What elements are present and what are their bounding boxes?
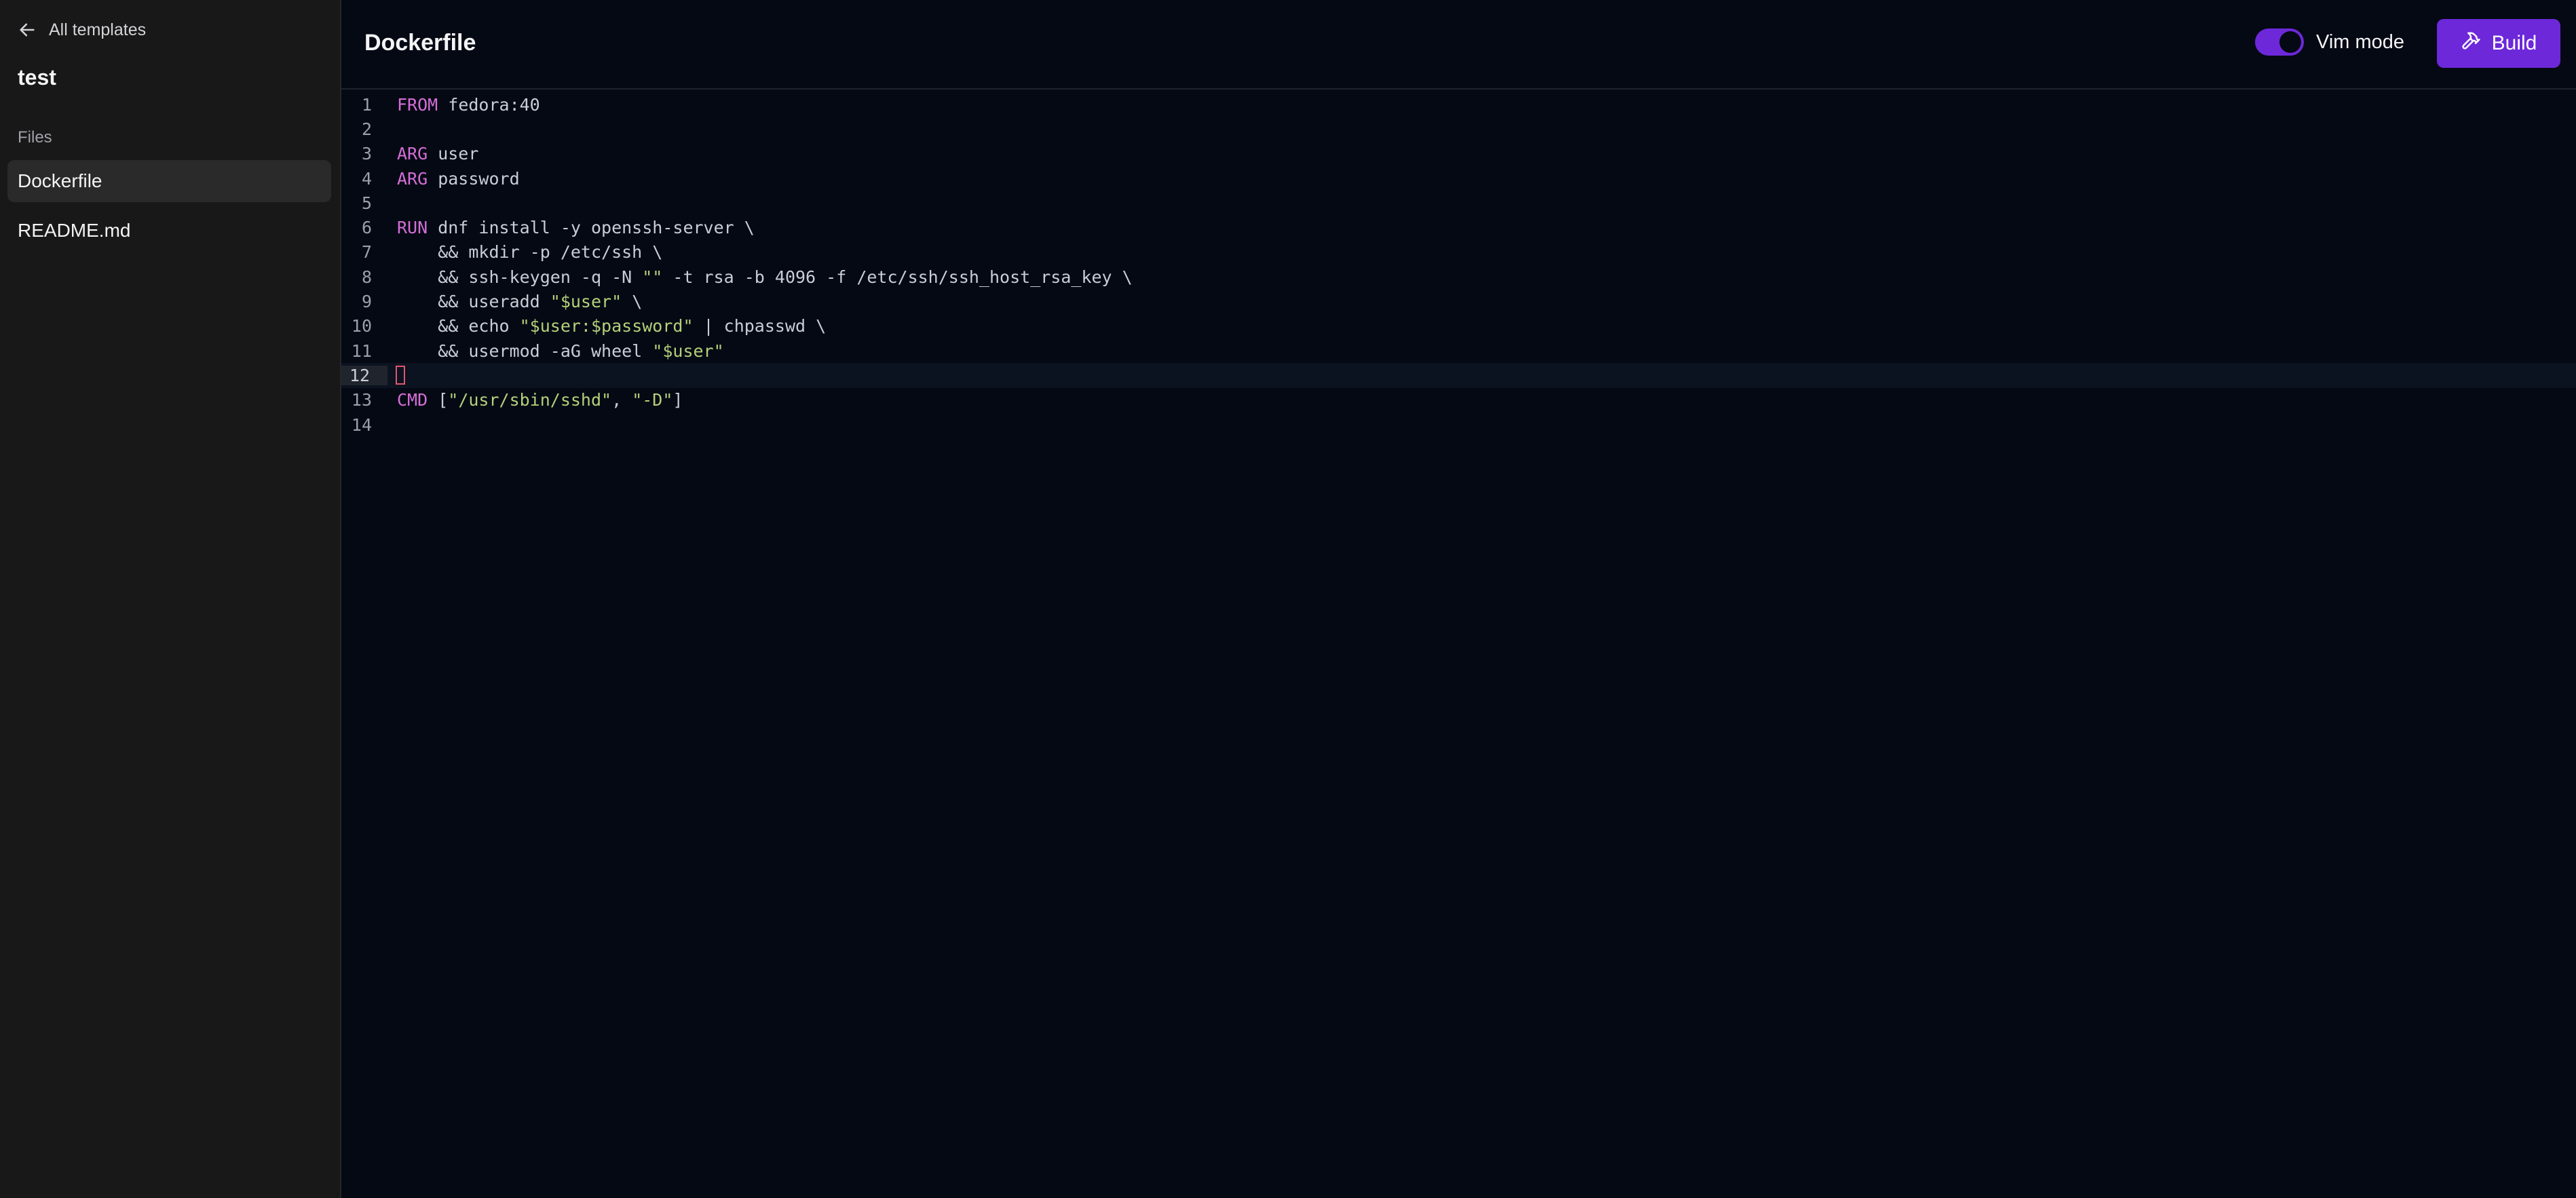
- vim-mode-toggle[interactable]: Vim mode: [2255, 28, 2404, 56]
- code-token: password: [428, 168, 520, 189]
- arrow-left-icon: [18, 20, 37, 39]
- string-token: "/usr/sbin/sshd": [448, 390, 612, 410]
- keyword-token: RUN: [397, 218, 428, 238]
- string-token: "$user": [550, 292, 622, 312]
- code-token: && echo: [397, 316, 520, 336]
- code-token: \: [622, 292, 643, 312]
- app-window: All templates test Files Dockerfile READ…: [0, 0, 2576, 1198]
- line-code: && usermod -aG wheel "$user": [397, 341, 724, 361]
- line-code: ARG password: [397, 169, 520, 189]
- line-code: && useradd "$user" \: [397, 292, 642, 311]
- line-number: 10: [351, 316, 372, 336]
- file-item-label: Dockerfile: [18, 170, 102, 191]
- keyword-token: FROM: [397, 94, 438, 115]
- file-item-label: README.md: [18, 220, 131, 241]
- line-number: 4: [361, 168, 372, 189]
- code-line[interactable]: 9 && useradd "$user" \: [341, 289, 2576, 313]
- code-line[interactable]: 2: [341, 117, 2576, 141]
- line-number: 13: [351, 390, 372, 410]
- line-number: 9: [361, 292, 372, 312]
- line-code: && echo "$user:$password" | chpasswd \: [397, 316, 826, 336]
- editor-header: Dockerfile Vim mode Build: [341, 0, 2576, 90]
- code-token: [: [428, 390, 449, 410]
- line-code: FROM fedora:40: [397, 95, 540, 115]
- build-button[interactable]: Build: [2437, 19, 2560, 68]
- vim-mode-label: Vim mode: [2316, 31, 2405, 53]
- sidebar: All templates test Files Dockerfile READ…: [0, 0, 341, 1198]
- code-token: user: [428, 144, 479, 164]
- code-line[interactable]: 7 && mkdir -p /etc/ssh \: [341, 240, 2576, 265]
- file-title: Dockerfile: [364, 30, 476, 56]
- code-line[interactable]: 13 CMD ["/usr/sbin/sshd", "-D"]: [341, 388, 2576, 412]
- string-token: "$user:$password": [519, 316, 694, 336]
- line-code: CMD ["/usr/sbin/sshd", "-D"]: [397, 390, 683, 410]
- code-line[interactable]: 11 && usermod -aG wheel "$user": [341, 339, 2576, 363]
- keyword-token: ARG: [397, 168, 428, 189]
- code-line[interactable]: 14: [341, 412, 2576, 437]
- code-token: ]: [673, 390, 683, 410]
- code-line[interactable]: 10 && echo "$user:$password" | chpasswd …: [341, 314, 2576, 339]
- code-editor[interactable]: 1 FROM fedora:40 2 3 ARG user 4 ARG password 5 6…: [341, 91, 2576, 1198]
- file-item-dockerfile[interactable]: Dockerfile: [7, 160, 331, 202]
- line-number: 6: [361, 218, 372, 238]
- string-token: "-D": [632, 390, 673, 410]
- code-line[interactable]: 6 RUN dnf install -y openssh-server \: [341, 216, 2576, 240]
- file-item-readme[interactable]: README.md: [7, 210, 331, 252]
- hammer-icon: [2461, 31, 2481, 56]
- code-line[interactable]: 12: [341, 363, 2576, 388]
- string-token: "$user": [652, 341, 724, 361]
- line-number: 14: [351, 414, 372, 435]
- text-cursor: [396, 366, 405, 385]
- code-token: && mkdir -p /etc/ssh \: [397, 242, 663, 263]
- line-number: 11: [351, 341, 372, 361]
- line-number: 8: [361, 267, 372, 287]
- code-line[interactable]: 8 && ssh-keygen -q -N "" -t rsa -b 4096 …: [341, 265, 2576, 289]
- line-number: 3: [361, 144, 372, 164]
- keyword-token: CMD: [397, 390, 428, 410]
- files-section-label: Files: [18, 128, 52, 147]
- line-number: 2: [361, 119, 372, 139]
- line-number: 12: [341, 365, 387, 385]
- build-button-label: Build: [2491, 32, 2537, 54]
- code-line[interactable]: 3 ARG user: [341, 142, 2576, 166]
- toggle-switch[interactable]: [2255, 28, 2304, 56]
- line-code: && ssh-keygen -q -N "" -t rsa -b 4096 -f…: [397, 267, 1133, 287]
- code-line[interactable]: 5: [341, 191, 2576, 215]
- keyword-token: ARG: [397, 144, 428, 164]
- string-token: "": [642, 267, 663, 287]
- back-link-label: All templates: [49, 20, 147, 39]
- code-token: dnf install -y openssh-server \: [428, 218, 755, 238]
- code-token: -t rsa -b 4096 -f /etc/ssh/ssh_host_rsa_…: [662, 267, 1133, 287]
- code-line[interactable]: 4 ARG password: [341, 166, 2576, 191]
- line-code: && mkdir -p /etc/ssh \: [397, 242, 662, 262]
- line-number: 5: [361, 193, 372, 213]
- code-token: && useradd: [397, 292, 550, 312]
- line-number: 1: [361, 94, 372, 115]
- line-code: RUN dnf install -y openssh-server \: [397, 218, 755, 237]
- code-token: && usermod -aG wheel: [397, 341, 653, 361]
- code-token: fedora:40: [438, 94, 540, 115]
- back-to-templates-link[interactable]: All templates: [18, 18, 146, 42]
- project-name: test: [18, 65, 56, 90]
- code-token: ,: [611, 390, 632, 410]
- line-number: 7: [361, 242, 372, 263]
- line-code: ARG user: [397, 144, 478, 163]
- code-token: | chpasswd \: [693, 316, 827, 336]
- code-token: && ssh-keygen -q -N: [397, 267, 643, 287]
- toggle-knob: [2279, 31, 2301, 53]
- code-line[interactable]: 1 FROM fedora:40: [341, 92, 2576, 117]
